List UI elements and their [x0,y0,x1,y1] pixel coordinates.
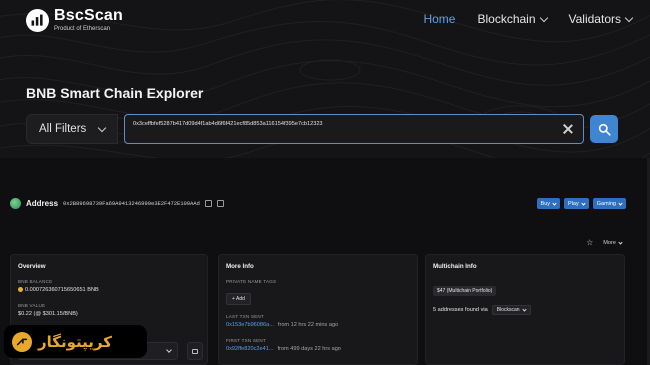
hero-section: BscScan Product of Etherscan Home Blockc… [0,0,650,158]
last-txn-link[interactable]: 0x153e7b96086a... [226,322,274,328]
nav-validators[interactable]: Validators [568,12,634,26]
nav-home[interactable]: Home [423,12,455,26]
copy-icon[interactable] [204,200,212,207]
balance-value: 0.000726360715650651 BNB [18,287,200,293]
search-query[interactable]: 0x3ceffbfef5287b417d09d4f1ab4d6f6f421ecf… [133,121,555,127]
last-txn-row: 0x153e7b96086a... from 12 hrs 22 mins ag… [226,322,410,328]
more-info-title: More Info [226,263,254,270]
last-txn-label: LAST TXN SENT [226,314,264,319]
first-txn-label: FIRST TXN SENT [226,338,266,343]
top-nav: Home Blockchain Validators [423,12,634,26]
first-txn-row: 0x92ffe820c2e41... from 499 days 22 hrs … [226,346,410,352]
wallet-button[interactable] [187,342,203,360]
filter-select[interactable]: All Filters [26,114,118,144]
watermark-text: کریپتونگار [38,332,112,351]
page-title: BNB Smart Chain Explorer [26,85,204,101]
chevron-down-icon [552,200,557,206]
multichain-title: Multichain Info [433,263,477,270]
play-label: Play [568,200,579,207]
blockscan-label: Blockscan [496,307,520,313]
brand-subtitle: Product of Etherscan [54,26,111,32]
overview-title: Overview [18,263,46,270]
star-icon[interactable]: ☆ [586,239,593,247]
nav-blockchain[interactable]: Blockchain [477,12,548,26]
wallet-icon [192,348,198,354]
blockscan-select[interactable]: Blockscan [491,305,531,315]
more-button[interactable]: More [603,240,623,246]
found-text: 5 addresses found via [433,307,488,313]
address-label: Address [26,199,59,208]
bnb-coin-icon [18,287,23,293]
buy-label: Buy [540,200,551,207]
chevron-down-icon [581,200,586,206]
nav-blockchain-label: Blockchain [477,12,536,26]
qr-code-icon[interactable] [216,200,224,207]
more-info-card: More Info PRIVATE NAME TAGS + Add LAST T… [218,254,418,365]
brand-logo[interactable]: BscScan Product of Etherscan [26,8,123,32]
watermark-logo: کریپتونگار [4,325,147,358]
portfolio-link[interactable]: $47 (Multichain Portfolio) [433,286,497,296]
more-row: ☆ More [586,239,623,247]
balance-amount: 0.000726360715650651 BNB [25,287,99,293]
bscscan-logo-icon [26,8,49,32]
search-icon [598,123,611,136]
watermark-icon [12,331,32,352]
search-bar: All Filters 0x3ceffbfef5287b417d09d4f1ab… [26,114,618,144]
chevron-down-icon [97,123,107,132]
chevron-down-icon [624,13,634,22]
action-pills: Buy Play Gaming [536,198,626,209]
found-row: 5 addresses found via Blockscan [433,305,617,315]
nav-home-label: Home [423,12,456,26]
search-button[interactable] [590,115,618,143]
chevron-down-icon [521,307,527,312]
address-hash: 0x2B89698739Fa69A9413246990e3E2F472E109A… [63,200,200,207]
avatar [10,198,21,209]
buy-button[interactable]: Buy [536,198,561,209]
first-txn-link[interactable]: 0x92ffe820c2e41... [226,346,273,352]
value-label: BNB VALUE [18,303,46,308]
balance-label: BNB BALANCE [18,279,53,284]
multichain-card: Multichain Info $47 (Multichain Portfoli… [425,254,625,365]
chevron-down-icon [618,240,623,245]
gaming-button[interactable]: Gaming [592,198,626,209]
search-input[interactable]: 0x3ceffbfef5287b417d09d4f1ab4d6f6f421ecf… [124,114,584,144]
nav-validators-label: Validators [568,12,621,26]
brand-title: BscScan [54,7,123,24]
play-button[interactable]: Play [564,198,589,209]
gaming-label: Gaming [596,200,616,207]
filter-label: All Filters [39,123,87,135]
add-tag-button[interactable]: + Add [226,293,251,305]
address-header: Address 0x2B89698739Fa69A9413246990e3E2F… [10,198,224,209]
chevron-down-icon [618,200,623,206]
tags-label: PRIVATE NAME TAGS [226,279,277,284]
more-label: More [603,240,616,246]
first-txn-time: from 499 days 22 hrs ago [277,346,341,352]
value-amount: $0.22 (@ $301.15/BNB) [18,311,78,317]
close-icon[interactable] [561,122,575,136]
chevron-down-icon [166,346,172,353]
chevron-down-icon [539,13,548,22]
last-txn-time: from 12 hrs 22 mins ago [277,322,339,328]
